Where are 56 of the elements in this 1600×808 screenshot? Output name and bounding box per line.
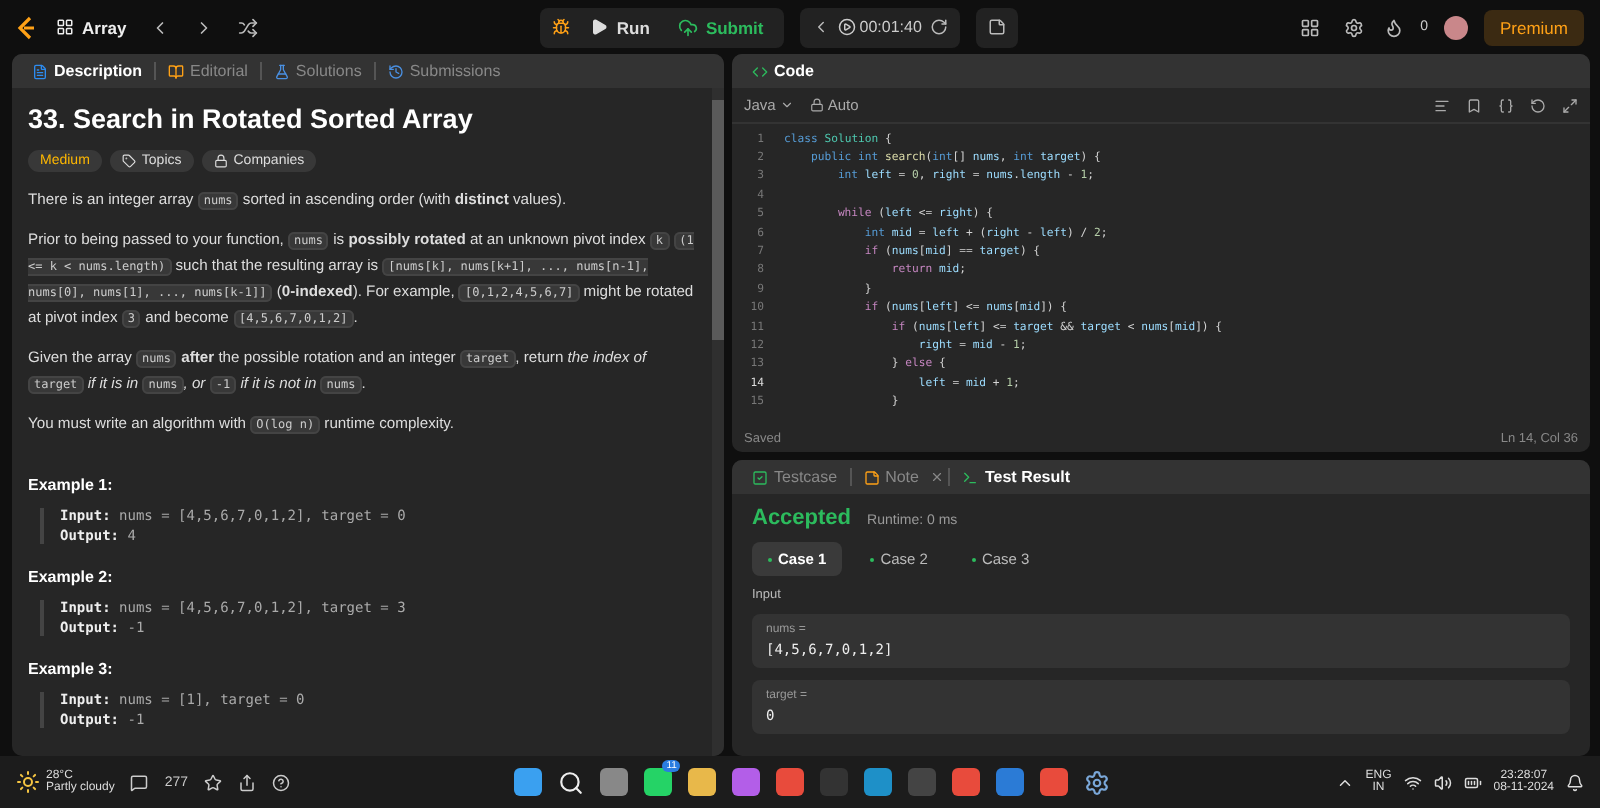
problem-list-button[interactable]: Array	[52, 13, 131, 41]
wifi-icon[interactable]	[1403, 773, 1422, 791]
history-icon	[387, 63, 404, 79]
panel-tab[interactable]: Submissions	[379, 62, 509, 80]
code-tab[interactable]: Code	[744, 62, 822, 80]
panel-tab[interactable]: Note	[855, 468, 927, 486]
example-title: Example 1:	[28, 476, 115, 494]
close-icon[interactable]	[930, 470, 945, 484]
scrollbar[interactable]	[712, 88, 724, 756]
settings-icon[interactable]	[1084, 769, 1111, 795]
flame-icon	[1384, 17, 1405, 37]
bug-icon[interactable]	[548, 14, 575, 40]
caret-icon	[779, 98, 794, 112]
book-icon	[168, 63, 185, 79]
example-title: Example 2:	[28, 568, 115, 586]
bell-icon[interactable]	[1566, 773, 1584, 791]
play-icon	[590, 18, 609, 36]
file-icon	[32, 63, 48, 79]
weather-icon[interactable]	[16, 770, 40, 794]
star-icon[interactable]	[204, 773, 223, 791]
tag-icon	[121, 154, 136, 168]
cloud-upload-icon	[677, 17, 698, 37]
timer-icon	[837, 18, 856, 36]
share-icon[interactable]	[238, 773, 257, 791]
format-icon[interactable]	[1434, 97, 1450, 113]
comment-icon[interactable]	[130, 773, 149, 791]
premium-button[interactable]: Premium	[1483, 9, 1584, 45]
help-icon[interactable]	[272, 773, 291, 791]
run-button[interactable]: Run	[578, 13, 662, 41]
panel-tab[interactable]: Testcase	[744, 468, 846, 486]
panel-tab[interactable]: Test Result	[954, 468, 1079, 486]
panel-tab[interactable]: Solutions	[265, 62, 370, 80]
braces-icon[interactable]	[1498, 97, 1514, 113]
bookmark-icon[interactable]	[1466, 97, 1482, 113]
note-icon	[863, 469, 880, 485]
avatar[interactable]	[1443, 15, 1468, 39]
checkbox-icon	[752, 469, 768, 485]
code-icon	[752, 63, 768, 79]
logo-icon[interactable]	[16, 15, 36, 39]
expand-icon[interactable]	[1562, 97, 1578, 113]
lock-icon	[809, 98, 824, 112]
flask-icon	[273, 63, 290, 79]
shuffle-icon[interactable]	[234, 13, 263, 41]
undo-icon[interactable]	[1530, 97, 1546, 113]
panel-tab[interactable]: Description	[24, 62, 151, 80]
submit-button[interactable]: Submit	[665, 13, 776, 41]
grid-icon	[56, 18, 74, 36]
search-icon[interactable]	[558, 769, 585, 795]
timer-text: 00:01:40	[859, 18, 922, 36]
volume-icon[interactable]	[1433, 773, 1452, 791]
panel-tab[interactable]: Editorial	[160, 62, 256, 80]
battery-icon[interactable]	[1463, 773, 1482, 791]
example-title: Example 3:	[28, 660, 115, 678]
problem-title: 33. Search in Rotated Sorted Array	[28, 104, 475, 134]
verdict-text: Accepted	[752, 506, 852, 530]
lock-icon	[213, 154, 228, 168]
